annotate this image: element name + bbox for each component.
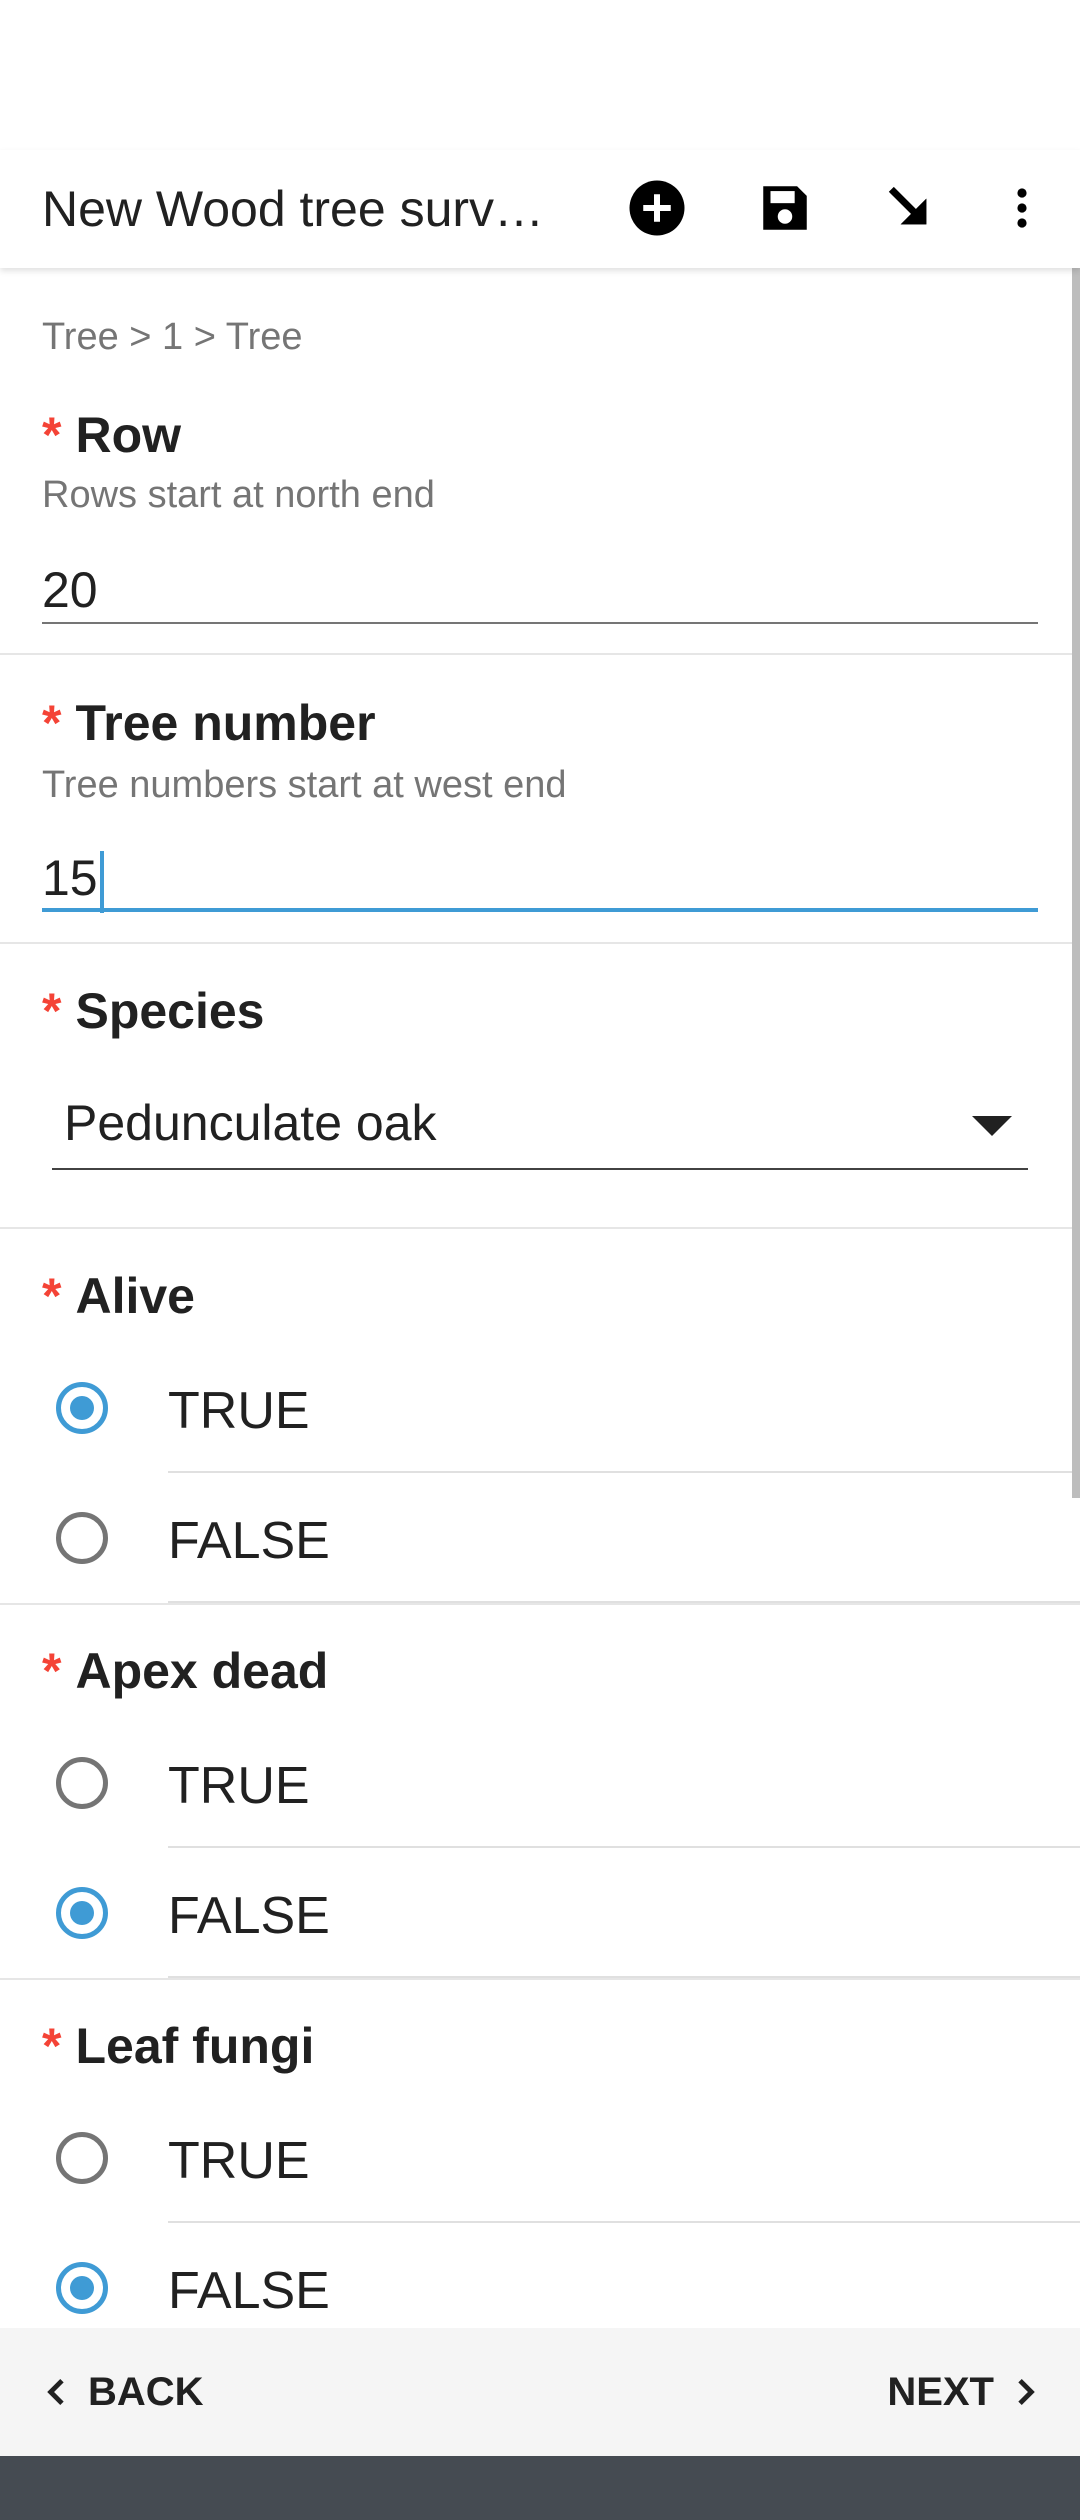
scrollbar[interactable] xyxy=(1072,268,1080,1498)
required-marker: * xyxy=(42,2018,62,2074)
text-cursor xyxy=(99,850,104,913)
form-title: New Wood tree surv… xyxy=(42,181,545,237)
save-button[interactable] xyxy=(745,168,825,248)
species-label-text: Species xyxy=(75,983,265,1039)
tree-number-label-text: Tree number xyxy=(75,695,376,751)
alive-option-false[interactable]: FALSE xyxy=(0,1473,1080,1603)
back-label: BACK xyxy=(88,2369,204,2414)
species-dropdown[interactable]: Pedunculate oak xyxy=(52,1082,1028,1170)
required-marker: * xyxy=(42,1268,62,1324)
alive-label: * Alive xyxy=(42,1267,195,1325)
required-marker: * xyxy=(42,983,62,1039)
required-marker: * xyxy=(42,695,62,751)
form-content: Tree > 1 > Tree * Row Rows start at north… xyxy=(0,268,1080,2328)
tree-number-label: * Tree number xyxy=(42,694,376,752)
option-label: FALSE xyxy=(168,2262,330,2320)
next-button[interactable]: NEXT xyxy=(887,2328,1042,2456)
leaf-fungi-option-false[interactable]: FALSE xyxy=(0,2223,1080,2328)
app-bar: New Wood tree surv… xyxy=(0,150,1080,268)
species-label: * Species xyxy=(42,982,264,1040)
add-repeat-button[interactable] xyxy=(617,168,697,248)
save-icon xyxy=(763,186,807,230)
back-button[interactable]: BACK xyxy=(40,2328,204,2456)
leaf-fungi-label-text: Leaf fungi xyxy=(75,2018,315,2074)
option-label: TRUE xyxy=(168,1382,310,1440)
option-label: TRUE xyxy=(168,2132,310,2190)
divider xyxy=(0,653,1080,655)
leaf-fungi-option-true[interactable]: TRUE xyxy=(0,2093,1080,2223)
required-marker: * xyxy=(42,407,62,463)
next-label: NEXT xyxy=(887,2369,994,2414)
divider xyxy=(0,1978,1080,1980)
chevron-left-icon xyxy=(47,2378,64,2406)
apex-dead-option-false[interactable]: FALSE xyxy=(0,1848,1080,1978)
required-marker: * xyxy=(42,1643,62,1699)
alive-label-text: Alive xyxy=(75,1268,195,1324)
option-label: FALSE xyxy=(168,1887,330,1945)
tree-number-value: 15 xyxy=(42,850,98,906)
divider xyxy=(0,942,1080,944)
row-hint: Rows start at north end xyxy=(42,474,435,516)
apex-dead-option-true[interactable]: TRUE xyxy=(0,1718,1080,1848)
row-label-text: Row xyxy=(75,407,182,463)
radio-button[interactable] xyxy=(56,1757,108,1809)
option-label: FALSE xyxy=(168,1512,330,1570)
chevron-right-icon xyxy=(1018,2378,1035,2406)
option-label: TRUE xyxy=(168,1757,310,1815)
apex-dead-label-text: Apex dead xyxy=(75,1643,329,1699)
chevron-down-icon xyxy=(972,1116,1012,1136)
radio-button-checked[interactable] xyxy=(56,1887,108,1939)
breadcrumb: Tree > 1 > Tree xyxy=(42,316,303,358)
overflow-menu-button[interactable] xyxy=(982,168,1062,248)
radio-button[interactable] xyxy=(56,1512,108,1564)
radio-button[interactable] xyxy=(56,2132,108,2184)
alive-option-true[interactable]: TRUE xyxy=(0,1343,1080,1473)
radio-button-checked[interactable] xyxy=(56,1382,108,1434)
row-input[interactable]: 20 xyxy=(42,556,1038,624)
save-and-exit-button[interactable] xyxy=(870,168,950,248)
system-navigation-bar xyxy=(0,2456,1080,2520)
divider xyxy=(0,1603,1080,1605)
radio-button-checked[interactable] xyxy=(56,2262,108,2314)
tree-number-input[interactable]: 15 xyxy=(42,844,1038,913)
status-bar xyxy=(0,0,1080,150)
divider xyxy=(0,1227,1080,1229)
add-circle-icon xyxy=(629,180,685,236)
tree-number-hint: Tree numbers start at west end xyxy=(42,764,567,806)
more-vertical-icon xyxy=(1017,188,1027,228)
arrow-down-right-icon xyxy=(888,186,927,225)
species-selected-value: Pedunculate oak xyxy=(64,1095,437,1151)
row-label: * Row xyxy=(42,406,181,464)
bottom-navigation: BACK NEXT xyxy=(0,2328,1080,2456)
leaf-fungi-label: * Leaf fungi xyxy=(42,2017,314,2075)
apex-dead-label: * Apex dead xyxy=(42,1642,328,1700)
